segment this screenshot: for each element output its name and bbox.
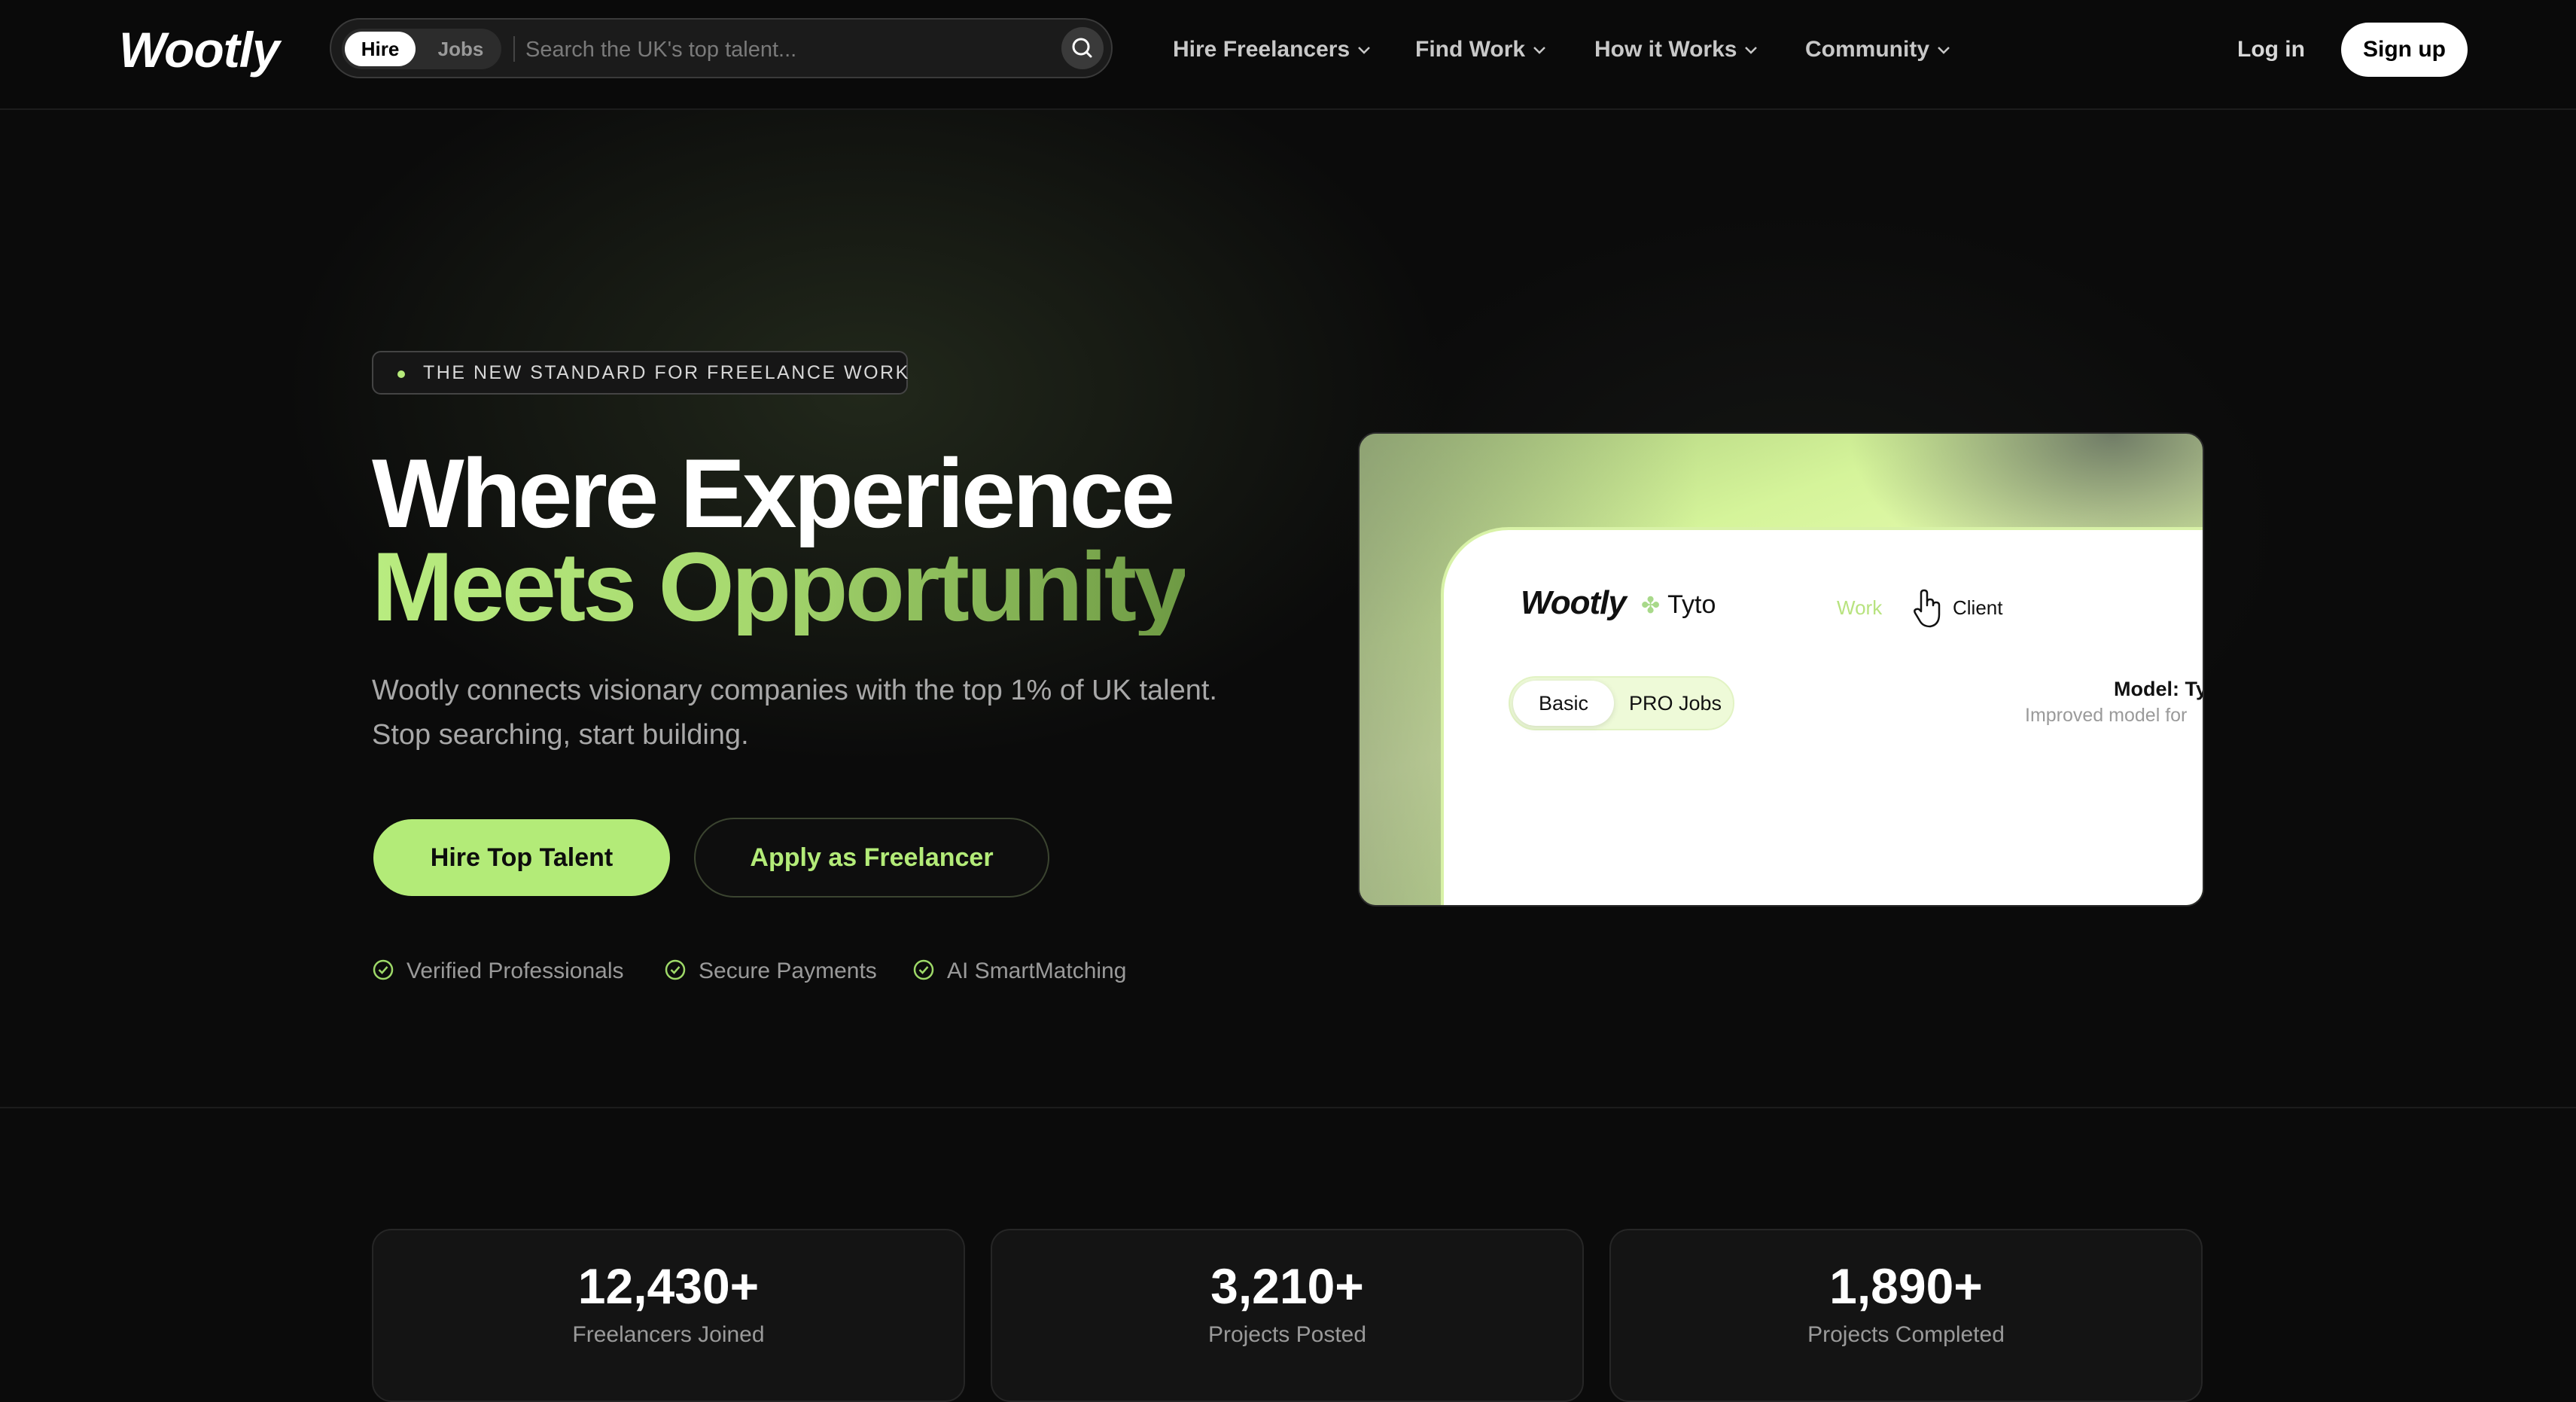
apply-as-freelancer-button[interactable]: Apply as Freelancer — [694, 818, 1049, 898]
product-preview-card: Wootly ✤ Tyto Work Client Basic PRO Jobs … — [1358, 432, 2204, 907]
search-input[interactable] — [524, 30, 994, 69]
stat-value: 3,210+ — [1210, 1258, 1364, 1314]
clover-icon: ✤ — [1641, 593, 1661, 618]
feature-item: AI SmartMatching — [912, 956, 1126, 986]
search-bar: Hire Jobs — [330, 18, 1113, 78]
badge-dot-icon — [397, 370, 405, 378]
nav-label: How it Works — [1594, 37, 1737, 62]
hand-cursor-icon — [1914, 589, 1941, 628]
nav-how-it-works[interactable]: How it Works — [1594, 36, 1758, 66]
top-navbar: Wootly Hire Jobs Hire Freelancers Find W… — [0, 0, 2576, 110]
preview-tab-client: Client — [1953, 596, 2003, 619]
preview-tyto: ✤ Tyto — [1641, 590, 1716, 620]
search-divider — [513, 36, 515, 62]
stat-card: 3,210+ Projects Posted — [991, 1229, 1584, 1402]
feature-item: Secure Payments — [664, 956, 877, 986]
nav-label: Hire Freelancers — [1173, 37, 1350, 62]
chevron-down-icon — [1745, 47, 1758, 54]
stat-value: 12,430+ — [577, 1258, 760, 1314]
feature-label: Verified Professionals — [406, 959, 624, 983]
stat-card: 12,430+ Freelancers Joined — [372, 1229, 965, 1402]
stat-value: 1,890+ — [1829, 1258, 1983, 1314]
preview-plan-toggle: Basic PRO Jobs — [1509, 676, 1734, 730]
preview-tab-work: Work — [1837, 596, 1883, 619]
brand-logo[interactable]: Wootly — [119, 17, 280, 83]
preview-basic-option: Basic — [1513, 681, 1614, 726]
stat-label: Projects Completed — [1807, 1322, 2005, 1347]
tyto-label: Tyto — [1667, 590, 1716, 619]
preview-model-label: Model: Ty — [2114, 678, 2204, 700]
search-mode-toggle: Hire Jobs — [342, 29, 501, 69]
hero-title-line2: Meets Opportunity — [372, 532, 1188, 642]
feature-item: Verified Professionals — [372, 956, 624, 986]
chevron-down-icon — [1938, 47, 1950, 54]
nav-label: Community — [1805, 37, 1929, 62]
stat-label: Projects Posted — [1207, 1322, 1367, 1347]
preview-pro-option: PRO Jobs — [1629, 692, 1722, 715]
stat-label: Freelancers Joined — [572, 1322, 765, 1347]
signup-button[interactable]: Sign up — [2341, 23, 2468, 77]
hero-subtitle-line1: Wootly connects visionary companies with… — [372, 675, 1217, 706]
nav-hire-freelancers[interactable]: Hire Freelancers — [1173, 36, 1371, 66]
stat-card: 1,890+ Projects Completed — [1609, 1229, 2203, 1402]
hero-title-line1: Where Experience — [372, 438, 1175, 548]
nav-find-work[interactable]: Find Work — [1415, 36, 1546, 66]
nav-label: Find Work — [1415, 37, 1526, 62]
preview-model-description: Improved model for — [2025, 705, 2188, 726]
mode-jobs-button[interactable]: Jobs — [425, 32, 497, 66]
chevron-down-icon — [1358, 47, 1371, 54]
mode-hire-button[interactable]: Hire — [345, 32, 416, 66]
search-icon — [1072, 38, 1092, 58]
badge-text: THE NEW STANDARD FOR FREELANCE WORK — [423, 362, 910, 383]
check-circle-icon — [373, 959, 394, 980]
hire-top-talent-button[interactable]: Hire Top Talent — [373, 819, 670, 896]
preview-logo: Wootly — [1521, 584, 1627, 621]
feature-label: AI SmartMatching — [947, 959, 1127, 983]
nav-community[interactable]: Community — [1805, 36, 1950, 66]
hero-subtitle-line2: Stop searching, start building. — [372, 719, 749, 751]
feature-label: Secure Payments — [699, 959, 877, 983]
check-circle-icon — [665, 959, 686, 980]
chevron-down-icon — [1533, 47, 1545, 54]
preview-app-window: Wootly ✤ Tyto Work Client Basic PRO Jobs … — [1441, 527, 2204, 905]
search-button[interactable] — [1061, 27, 1104, 69]
login-link[interactable]: Log in — [2237, 36, 2305, 63]
check-circle-icon — [913, 959, 934, 980]
section-divider — [0, 1107, 2576, 1108]
hero-badge: THE NEW STANDARD FOR FREELANCE WORK — [372, 351, 908, 395]
